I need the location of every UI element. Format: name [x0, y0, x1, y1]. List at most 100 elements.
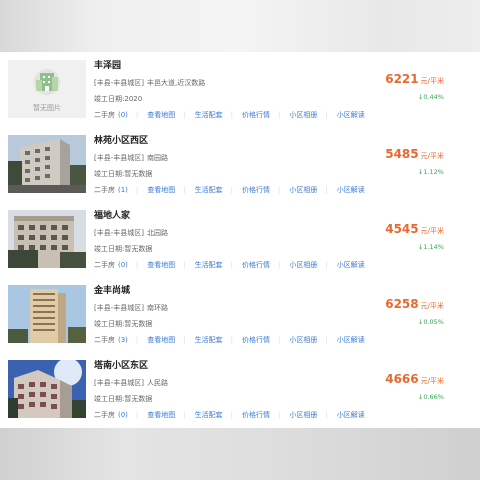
- listing-thumbnail[interactable]: [8, 285, 86, 343]
- second-hand-count[interactable]: (0): [118, 111, 128, 119]
- listing-thumbnail[interactable]: [8, 135, 86, 193]
- second-hand-label[interactable]: 二手房: [94, 110, 115, 120]
- listing-name[interactable]: 塔南小区东区: [94, 358, 148, 371]
- completion-date: 竣工日期:暂无数据: [94, 169, 152, 179]
- life-facilities-link[interactable]: 生活配套: [195, 410, 223, 420]
- second-hand-count[interactable]: (3): [118, 336, 128, 344]
- album-link[interactable]: 小区相册: [289, 335, 317, 345]
- listing-district: [丰县-丰县城区]: [94, 229, 144, 237]
- completion-date-value: 暂无数据: [124, 245, 153, 253]
- listing-street: 南园路: [147, 154, 168, 162]
- completion-date: 竣工日期:暂无数据: [94, 319, 152, 329]
- completion-date-label: 竣工日期:: [94, 395, 125, 403]
- divider: |: [230, 186, 233, 194]
- divider: |: [325, 111, 328, 119]
- listing-address: [丰县-丰县城区] 北园路: [94, 228, 168, 238]
- view-map-link[interactable]: 查看地图: [147, 110, 175, 120]
- price-unit: 元/平米: [420, 152, 444, 160]
- album-link[interactable]: 小区相册: [289, 185, 317, 195]
- divider: |: [183, 186, 186, 194]
- listing-street: 人民路: [147, 379, 168, 387]
- price-trend-link[interactable]: 价格行情: [242, 260, 270, 270]
- listing-thumbnail[interactable]: [8, 210, 86, 268]
- album-link[interactable]: 小区相册: [289, 110, 317, 120]
- review-link[interactable]: 小区解读: [337, 185, 365, 195]
- list-item[interactable]: 福地人家 [丰县-丰县城区] 北园路 竣工日期:暂无数据 二手房 (0) | 查看地…: [0, 202, 480, 277]
- price-value: 6258: [385, 297, 419, 311]
- divider: |: [278, 186, 281, 194]
- price-trend-link[interactable]: 价格行情: [242, 335, 270, 345]
- blurred-header-background: [0, 0, 480, 52]
- view-map-link[interactable]: 查看地图: [147, 335, 175, 345]
- building-photo: [8, 285, 86, 343]
- listing-name[interactable]: 金丰尚城: [94, 283, 130, 296]
- building-photo: [8, 210, 86, 268]
- divider: |: [325, 336, 328, 344]
- completion-date-label: 竣工日期:: [94, 245, 125, 253]
- second-hand-count[interactable]: (0): [118, 411, 128, 419]
- price-value: 6221: [385, 72, 419, 86]
- list-item[interactable]: 塔南小区东区 [丰县-丰县城区] 人民路 竣工日期:暂无数据 二手房 (0) | 查…: [0, 352, 480, 427]
- blurred-footer-background: [0, 428, 480, 480]
- divider: |: [325, 186, 328, 194]
- divider: |: [230, 111, 233, 119]
- second-hand-label[interactable]: 二手房: [94, 260, 115, 270]
- listing-thumbnail[interactable]: [8, 360, 86, 418]
- price-unit: 元/平米: [420, 377, 444, 385]
- price-change: ↓0.05%: [417, 318, 444, 326]
- listing-street: 北园路: [147, 229, 168, 237]
- placeholder-image: 暂无图片: [8, 60, 86, 118]
- life-facilities-link[interactable]: 生活配套: [195, 260, 223, 270]
- life-facilities-link[interactable]: 生活配套: [195, 335, 223, 345]
- view-map-link[interactable]: 查看地图: [147, 410, 175, 420]
- no-image-caption: 暂无图片: [33, 104, 61, 112]
- divider: |: [183, 261, 186, 269]
- completion-date-label: 竣工日期:: [94, 95, 125, 103]
- completion-date-value: 2020: [124, 95, 143, 103]
- completion-date-label: 竣工日期:: [94, 320, 125, 328]
- life-facilities-link[interactable]: 生活配套: [195, 110, 223, 120]
- price-change: ↓0.44%: [417, 93, 444, 101]
- second-hand-label[interactable]: 二手房: [94, 335, 115, 345]
- completion-date: 竣工日期:暂无数据: [94, 394, 152, 404]
- divider: |: [325, 411, 328, 419]
- view-map-link[interactable]: 查看地图: [147, 260, 175, 270]
- price-change: ↓0.66%: [417, 393, 444, 401]
- price-trend-link[interactable]: 价格行情: [242, 110, 270, 120]
- divider: |: [278, 111, 281, 119]
- listing-links: 二手房 (0) | 查看地图 | 生活配套 | 价格行情 | 小区相册 | 小区解…: [94, 110, 365, 120]
- review-link[interactable]: 小区解读: [337, 335, 365, 345]
- completion-date: 竣工日期:暂无数据: [94, 244, 152, 254]
- second-hand-label[interactable]: 二手房: [94, 185, 115, 195]
- album-link[interactable]: 小区相册: [289, 410, 317, 420]
- completion-date-value: 暂无数据: [124, 320, 153, 328]
- listing-name[interactable]: 福地人家: [94, 208, 130, 221]
- price-trend-link[interactable]: 价格行情: [242, 185, 270, 195]
- listing-price: 4666 元/平米: [385, 372, 444, 386]
- listing-district: [丰县-丰县城区]: [94, 154, 144, 162]
- listing-name[interactable]: 林苑小区西区: [94, 133, 148, 146]
- listing-address: [丰县-丰县城区] 人民路: [94, 378, 168, 388]
- review-link[interactable]: 小区解读: [337, 260, 365, 270]
- divider: |: [278, 261, 281, 269]
- review-link[interactable]: 小区解读: [337, 410, 365, 420]
- list-item[interactable]: 金丰尚城 [丰县-丰县城区] 南环路 竣工日期:暂无数据 二手房 (3) | 查看地…: [0, 277, 480, 352]
- listing-district: [丰县-丰县城区]: [94, 304, 144, 312]
- divider: |: [325, 261, 328, 269]
- life-facilities-link[interactable]: 生活配套: [195, 185, 223, 195]
- price-value: 4666: [385, 372, 419, 386]
- second-hand-label[interactable]: 二手房: [94, 410, 115, 420]
- price-change: ↓1.14%: [417, 243, 444, 251]
- list-item[interactable]: 林苑小区西区 [丰县-丰县城区] 南园路 竣工日期:暂无数据 二手房 (1) | 查…: [0, 127, 480, 202]
- review-link[interactable]: 小区解读: [337, 110, 365, 120]
- listing-name[interactable]: 丰泽园: [94, 58, 121, 71]
- second-hand-count[interactable]: (0): [118, 261, 128, 269]
- list-item[interactable]: 暂无图片 丰泽园 [丰县-丰县城区] 丰邑大道,近汉数路 竣工日期:2020 二手…: [0, 52, 480, 127]
- completion-date: 竣工日期:2020: [94, 94, 142, 104]
- listing-thumbnail[interactable]: 暂无图片: [8, 60, 86, 118]
- second-hand-count[interactable]: (1): [118, 186, 128, 194]
- album-link[interactable]: 小区相册: [289, 260, 317, 270]
- view-map-link[interactable]: 查看地图: [147, 185, 175, 195]
- listing-address: [丰县-丰县城区] 丰邑大道,近汉数路: [94, 78, 205, 88]
- price-trend-link[interactable]: 价格行情: [242, 410, 270, 420]
